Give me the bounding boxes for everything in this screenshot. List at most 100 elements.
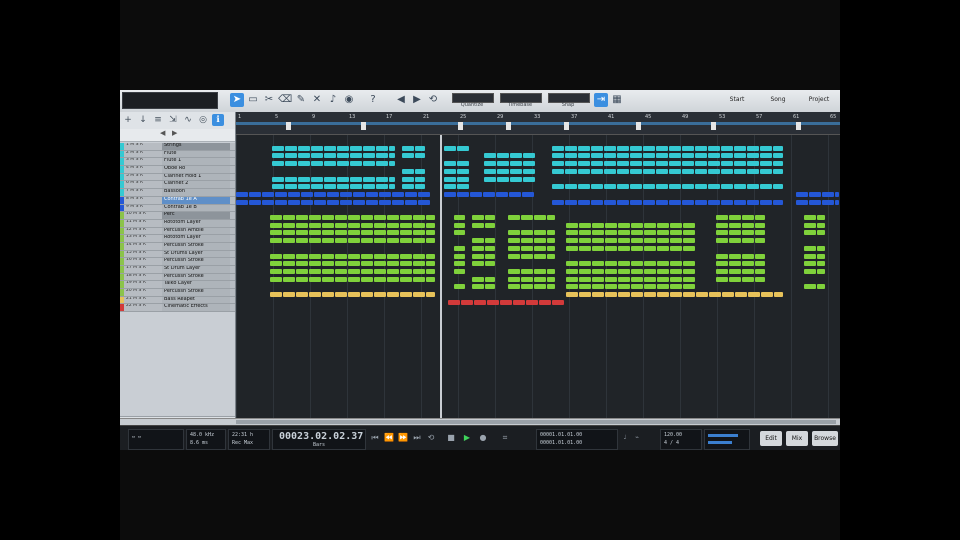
event-clip[interactable] [508,215,520,220]
track-controls[interactable]: 3 M S R [126,158,143,162]
event-clip[interactable] [363,161,375,167]
event-clip[interactable] [552,168,564,174]
event-clip[interactable] [322,238,334,244]
event-clip[interactable] [283,253,295,259]
event-clip[interactable] [657,222,669,228]
event-clip[interactable] [657,292,669,297]
event-clip[interactable] [547,238,555,244]
event-clip[interactable] [348,261,360,267]
event-clip[interactable] [296,276,308,282]
automation-icon[interactable]: ∿ [182,114,194,126]
event-clip[interactable] [592,268,604,274]
event-clip[interactable] [472,215,484,220]
event-clip[interactable] [426,230,435,236]
event-clip[interactable] [363,145,375,151]
track-controls[interactable]: 6 M S R [126,181,143,185]
event-clip[interactable] [311,153,323,159]
event-clip[interactable] [631,276,643,282]
event-clip[interactable] [534,245,546,251]
event-clip[interactable] [444,191,456,197]
event-clip[interactable] [761,292,773,297]
track-row[interactable]: 15 M S R St Drums Layer [120,250,235,259]
track-row[interactable]: 10 M S R Perc [120,212,235,220]
event-clip[interactable] [656,145,668,151]
event-clip[interactable] [415,145,425,151]
event-clip[interactable] [618,238,630,244]
play-icon[interactable]: ▶ [462,433,472,443]
event-clip[interactable] [350,153,362,159]
event-clip[interactable] [496,191,508,197]
event-clip[interactable] [454,222,465,228]
event-clip[interactable] [508,268,520,274]
event-clip[interactable] [270,276,282,282]
event-clip[interactable] [485,284,495,290]
nudge-right-icon[interactable]: ▶ [410,93,424,107]
event-clip[interactable] [508,284,520,290]
scroll-right-icon[interactable]: ▶ [172,129,177,137]
event-clip[interactable] [835,191,839,197]
event-clip[interactable] [742,222,754,228]
browse-button[interactable]: Browse [812,431,838,446]
event-clip[interactable] [592,284,604,290]
event-clip[interactable] [314,191,326,197]
event-clip[interactable] [521,238,533,244]
track-lane[interactable] [236,237,840,244]
event-clip[interactable] [361,215,373,220]
event-clip[interactable] [508,238,520,244]
event-clip[interactable] [415,153,425,159]
event-clip[interactable] [400,222,412,228]
track-controls[interactable]: 12 M S R [126,228,146,232]
track-row[interactable]: 2 M S R Flute [120,150,235,159]
edit-button[interactable]: Edit [760,431,782,446]
record-icon[interactable]: ● [478,433,488,443]
event-clip[interactable] [400,238,412,244]
event-clip[interactable] [376,145,388,151]
event-clip[interactable] [683,292,695,297]
event-clip[interactable] [605,222,617,228]
event-clip[interactable] [335,268,347,274]
event-clip[interactable] [309,292,321,297]
track-row[interactable]: 7 M S R Bassoon [120,189,235,197]
event-clip[interactable] [285,161,297,167]
track-row[interactable]: 14 M S R Percussn Stroke [120,242,235,251]
arrow-tool-icon[interactable]: ➤ [230,93,244,107]
track-lane[interactable] [236,253,840,260]
event-clip[interactable] [604,145,616,151]
event-clip[interactable] [644,238,656,244]
scrollbar-thumb[interactable] [236,420,836,424]
event-clip[interactable] [669,153,681,159]
mixer-icon[interactable]: ◎ [197,114,209,126]
event-clip[interactable] [773,184,783,190]
event-clip[interactable] [579,245,591,251]
event-clip[interactable] [747,199,759,205]
event-clip[interactable] [547,276,555,282]
event-clip[interactable] [296,261,308,267]
event-clip[interactable] [322,230,334,236]
marker-flag[interactable] [361,122,366,130]
event-clip[interactable] [484,161,496,167]
event-clip[interactable] [734,161,746,167]
event-clip[interactable] [669,168,681,174]
event-clip[interactable] [534,230,546,236]
event-clip[interactable] [335,230,347,236]
event-clip[interactable] [579,292,591,297]
event-clip[interactable] [400,292,412,297]
event-clip[interactable] [773,145,783,151]
event-clip[interactable] [735,292,747,297]
event-clip[interactable] [335,292,347,297]
event-clip[interactable] [485,222,495,228]
event-clip[interactable] [523,176,535,182]
metronome-icon[interactable]: ♩ [620,433,630,443]
event-clip[interactable] [484,168,496,174]
event-clip[interactable] [617,145,629,151]
track-lane[interactable] [236,176,840,183]
loop-follow-icon[interactable]: ⟲ [426,93,440,107]
event-clip[interactable] [760,184,772,190]
event-clip[interactable] [670,261,682,267]
track-lane[interactable] [236,191,840,198]
event-clip[interactable] [513,299,525,305]
event-clip[interactable] [657,261,669,267]
event-clip[interactable] [817,268,825,274]
event-clip[interactable] [592,222,604,228]
event-clip[interactable] [755,276,765,282]
